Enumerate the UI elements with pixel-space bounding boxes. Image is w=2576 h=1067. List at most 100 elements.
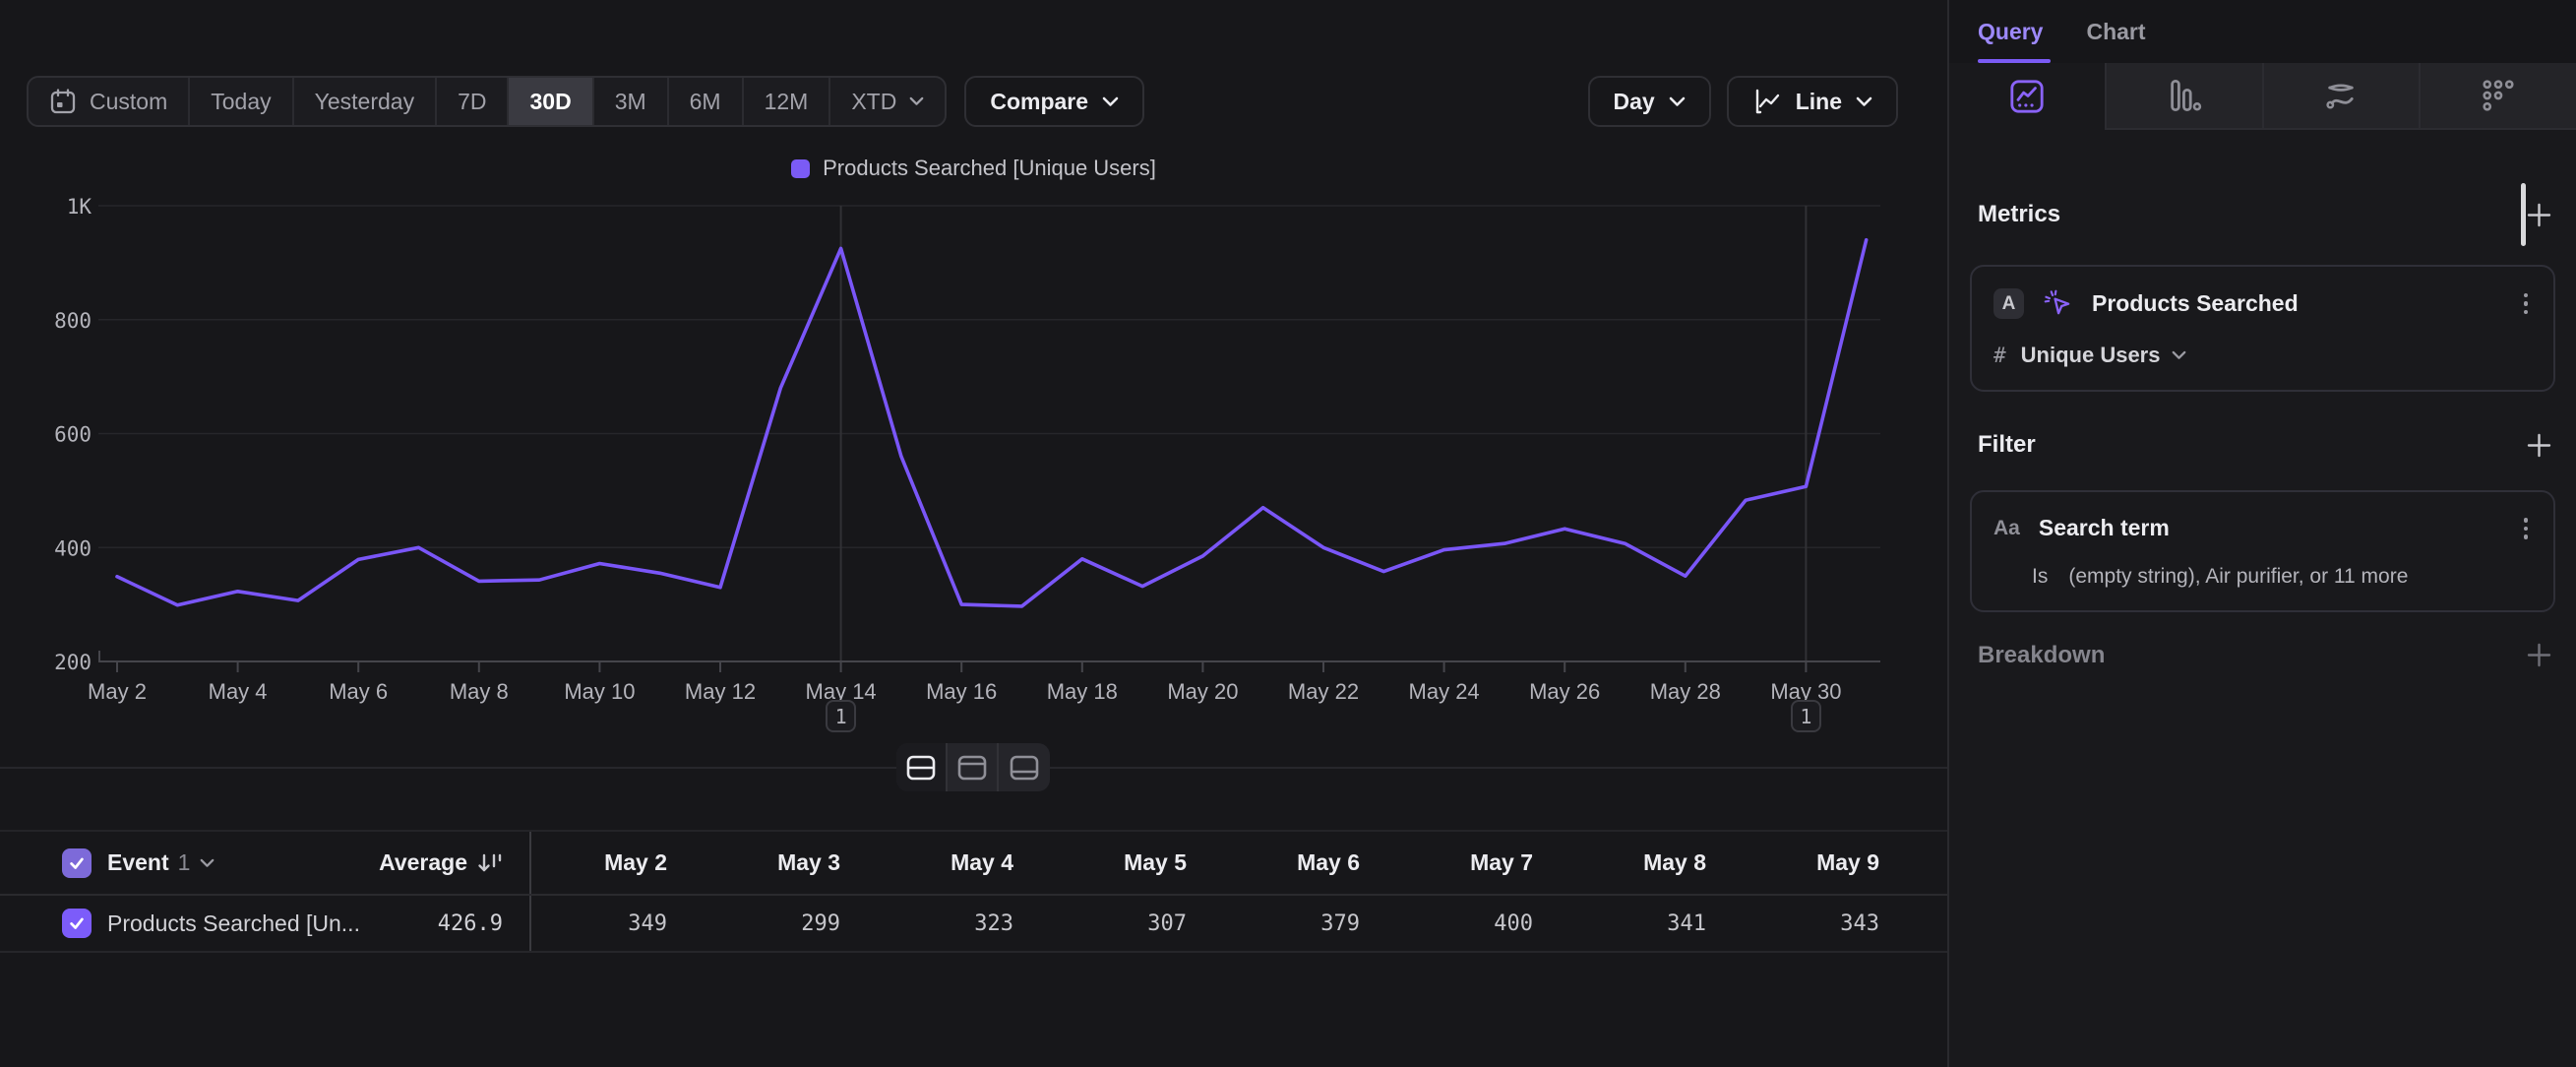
chart-type-label: Line xyxy=(1796,89,1842,115)
compare-button[interactable]: Compare xyxy=(964,76,1144,127)
compare-label: Compare xyxy=(990,89,1088,115)
tab-query[interactable]: Query xyxy=(1978,19,2043,45)
add-filter-button[interactable] xyxy=(2526,432,2552,459)
annotation-badge[interactable]: 1 xyxy=(826,700,856,732)
y-axis-label: 400 xyxy=(54,536,92,560)
select-all-checkbox[interactable] xyxy=(62,848,92,878)
aggregation-prefix: # xyxy=(1993,344,2006,367)
date-range-group: Custom Today Yesterday 7D 30D 3M6M12M XTD xyxy=(27,76,947,127)
filter-operator[interactable]: Is xyxy=(2032,565,2048,589)
breakdown-section-header: Breakdown xyxy=(1978,641,2552,670)
insights-tab[interactable] xyxy=(1949,63,2107,130)
chart-type-dropdown[interactable]: Line xyxy=(1727,76,1898,127)
breakdown-title: Breakdown xyxy=(1978,642,2105,669)
bottom-bar-layout-icon xyxy=(1010,755,1039,781)
date-value-cell: 379 xyxy=(1224,911,1397,936)
x-axis-label: May 26 xyxy=(1529,679,1600,704)
date-range-label: 7D xyxy=(458,89,486,115)
date-column-header[interactable]: May 2 xyxy=(531,849,705,876)
metrics-title: Metrics xyxy=(1978,201,2060,228)
chevron-down-icon xyxy=(909,96,924,106)
event-header-cell: Event 1 xyxy=(0,832,327,894)
event-click-icon xyxy=(2043,288,2073,319)
date-range-label: 30D xyxy=(529,89,571,115)
funnels-tab[interactable] xyxy=(2107,63,2264,130)
average-value-cell: 426.9 xyxy=(327,896,529,951)
layout-chart-only-button[interactable] xyxy=(948,743,999,791)
event-name: Products Searched [Un... xyxy=(107,910,360,937)
annotation-badge[interactable]: 1 xyxy=(1791,700,1821,732)
row-checkbox[interactable] xyxy=(62,909,92,938)
average-column-label: Average xyxy=(379,849,467,876)
date-column-header[interactable]: May 7 xyxy=(1397,849,1570,876)
filter-title: Filter xyxy=(1978,431,2036,459)
chevron-down-icon xyxy=(1856,96,1872,107)
date-range-label: Today xyxy=(211,89,271,115)
date-range-30d[interactable]: 30D xyxy=(509,78,593,125)
filter-property-name: Search term xyxy=(2039,515,2170,541)
date-value-cell: 343 xyxy=(1744,911,1917,936)
filter-menu-button[interactable] xyxy=(2520,514,2533,543)
date-range-today[interactable]: Today xyxy=(190,78,293,125)
retention-tab[interactable] xyxy=(2421,63,2576,130)
date-range-label: Yesterday xyxy=(315,89,414,115)
chart-legend: Products Searched [Unique Users] xyxy=(0,156,1947,181)
add-metric-button[interactable] xyxy=(2526,202,2552,228)
date-range-3m[interactable]: 3M xyxy=(594,78,669,125)
date-column-header[interactable]: May 4 xyxy=(878,849,1051,876)
date-value-cell: 349 xyxy=(531,911,705,936)
breakdown-table: Event 1 Average xyxy=(0,830,1947,953)
date-column-header[interactable]: May 6 xyxy=(1224,849,1397,876)
layout-toggle xyxy=(896,743,1050,791)
tab-chart[interactable]: Chart xyxy=(2086,19,2145,45)
layout-split-button[interactable] xyxy=(896,743,948,791)
date-range-xtd[interactable]: XTD xyxy=(830,78,945,125)
date-column-header[interactable]: May 5 xyxy=(1051,849,1224,876)
sort-icon xyxy=(477,851,503,875)
check-icon xyxy=(68,854,86,872)
table-row[interactable]: Products Searched [Un... 426.9 349299323… xyxy=(0,896,1947,953)
chevron-down-icon xyxy=(1102,96,1119,107)
report-canvas: 2004006008001KMay 2May 4May 6May 8May 10… xyxy=(0,0,1947,1067)
granularity-dropdown[interactable]: Day xyxy=(1588,76,1711,127)
x-axis-label: May 24 xyxy=(1409,679,1480,704)
flow-icon xyxy=(2323,78,2359,113)
plus-icon xyxy=(2526,202,2552,228)
plus-icon xyxy=(2526,642,2552,668)
chevron-down-icon xyxy=(2172,350,2186,360)
line-chart-icon xyxy=(1752,87,1782,116)
y-axis-label: 1K xyxy=(67,195,92,219)
string-property-icon: Aa xyxy=(1993,517,2020,540)
date-column-header[interactable]: May 9 xyxy=(1744,849,1917,876)
date-range-toolbar: Custom Today Yesterday 7D 30D 3M6M12M XTD Comp… xyxy=(27,76,1144,127)
event-dropdown[interactable] xyxy=(200,858,215,868)
chart-toolbar: Custom Today Yesterday 7D 30D 3M6M12M XTD Comp… xyxy=(27,76,1898,127)
panel-scrollbar[interactable] xyxy=(2521,183,2526,246)
average-header-cell[interactable]: Average xyxy=(327,832,529,894)
analytics-app: 2004006008001KMay 2May 4May 6May 8May 10… xyxy=(0,0,2576,1067)
metric-event-name: Products Searched xyxy=(2092,290,2299,317)
filter-values[interactable]: (empty string), Air purifier, or 11 more xyxy=(2068,565,2408,589)
add-breakdown-button[interactable] xyxy=(2526,642,2552,668)
metric-menu-button[interactable] xyxy=(2520,289,2533,319)
date-range-12m[interactable]: 12M xyxy=(744,78,831,125)
filter-card[interactable]: Aa Search term Is (empty string), Air pu… xyxy=(1970,490,2555,612)
date-range-custom[interactable]: Custom xyxy=(29,78,190,125)
date-value-cell: 341 xyxy=(1570,911,1744,936)
date-range-6m[interactable]: 6M xyxy=(669,78,744,125)
date-range-label: XTD xyxy=(851,89,896,115)
top-bar-layout-icon xyxy=(957,755,987,781)
date-range-yesterday[interactable]: Yesterday xyxy=(294,78,437,125)
split-layout-icon xyxy=(906,755,936,781)
legend-label: Products Searched [Unique Users] xyxy=(823,156,1156,181)
date-column-header[interactable]: May 3 xyxy=(705,849,878,876)
date-column-header[interactable]: May 8 xyxy=(1570,849,1744,876)
metric-card[interactable]: A Products Searched # Unique Users xyxy=(1970,265,2555,392)
date-range-7d[interactable]: 7D xyxy=(437,78,509,125)
plus-icon xyxy=(2526,432,2552,459)
flows-tab[interactable] xyxy=(2264,63,2422,130)
report-type-strip xyxy=(1949,63,2576,130)
event-count: 1 xyxy=(178,849,191,876)
aggregation-dropdown[interactable]: Unique Users xyxy=(2021,343,2161,368)
layout-table-only-button[interactable] xyxy=(999,743,1050,791)
